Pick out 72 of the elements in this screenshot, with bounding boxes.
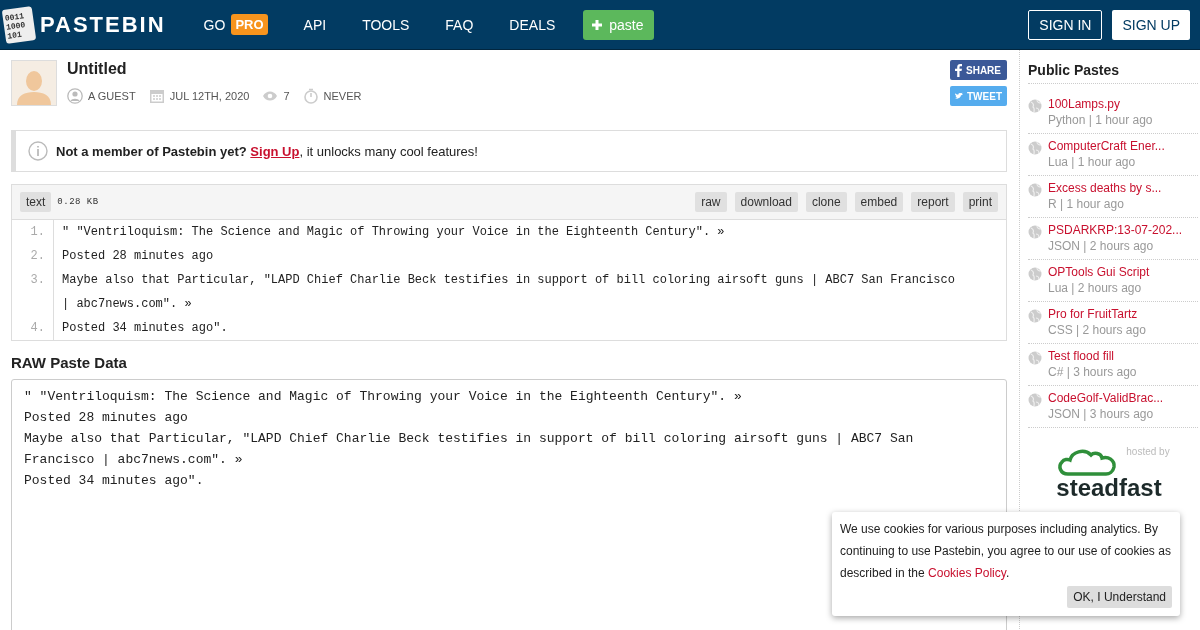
line-number: 2. [12, 244, 54, 268]
logo-icon[interactable]: 0011 1000 101 [1, 5, 37, 44]
host-logo-text[interactable]: steadfast [1056, 476, 1170, 500]
globe-icon [1028, 267, 1042, 281]
user-icon [67, 88, 83, 104]
code-line: Posted 34 minutes ago". [61, 320, 229, 337]
paste-meta: C# | 3 hours ago [1048, 364, 1137, 380]
file-size: 0.28 KB [57, 197, 99, 207]
paste-action-button[interactable]: download [734, 192, 798, 212]
globe-icon [1028, 309, 1042, 323]
share-button[interactable]: SHARE [950, 60, 1007, 80]
paste-meta: JSON | 2 hours ago [1048, 238, 1155, 254]
globe-icon [1028, 393, 1042, 407]
paste-meta: R | 1 hour ago [1048, 196, 1125, 212]
globe-icon [1028, 351, 1042, 365]
paste-link[interactable]: OPTools Gui Script [1048, 264, 1150, 280]
globe-icon [1028, 141, 1042, 155]
paste-link[interactable]: Test flood fill [1048, 348, 1137, 364]
hosted-by-label: hosted by [1126, 446, 1170, 457]
eye-icon [262, 90, 279, 102]
nav-link[interactable]: GO PRO [203, 14, 268, 35]
paste-meta: Lua | 2 hours ago [1048, 280, 1143, 296]
paste-meta: Lua | 1 hour ago [1048, 154, 1137, 170]
nav-link[interactable]: TOOLS [362, 16, 410, 33]
paste-link[interactable]: ComputerCraft Ener... [1048, 138, 1165, 154]
paste-date: JUL 12TH, 2020 [169, 90, 250, 102]
section-heading: RAW Paste Data [11, 354, 128, 371]
line-number: 4. [12, 316, 54, 340]
avatar-silhouette [11, 60, 57, 106]
code-line: " "Ventriloquism: The Science and Magic of Throwing your Voice in the Eighteenth Century". » [61, 224, 726, 241]
view-count: 7 [283, 90, 290, 102]
line-number: 1. [12, 220, 54, 244]
globe-icon [1028, 183, 1042, 197]
syntax-label[interactable]: text [20, 192, 52, 212]
info-icon [28, 141, 48, 161]
plus-icon [591, 18, 604, 31]
globe-icon [1028, 99, 1042, 113]
stopwatch-icon [302, 88, 319, 104]
cookies-policy-link[interactable]: Cookies Policy [928, 566, 1006, 580]
paste-title: Untitled [67, 60, 128, 78]
paste-link[interactable]: PSDARKRP:13-07-202... [1048, 222, 1183, 238]
accept-cookies-button[interactable]: OK, I Understand [1067, 586, 1172, 608]
calendar-icon [148, 88, 165, 104]
brand-name[interactable]: PASTEBIN [40, 11, 166, 38]
paste-link[interactable]: Pro for FruitTartz [1048, 306, 1146, 322]
bird-icon [955, 91, 963, 101]
paste-link[interactable]: 100Lamps.py [1048, 96, 1153, 112]
paste-action-button[interactable]: print [962, 192, 998, 212]
sign-in-button[interactable]: SIGN IN [1028, 9, 1103, 40]
sign-up-button[interactable]: SIGN UP [1112, 9, 1190, 40]
paste-link[interactable]: CodeGolf-ValidBrac... [1048, 390, 1164, 406]
author-name[interactable]: A GUEST [88, 90, 136, 102]
pro-badge: PRO [231, 14, 268, 35]
nav-link[interactable]: FAQ [445, 16, 474, 33]
facebook-icon [955, 63, 962, 77]
line-number: 3. [12, 268, 54, 316]
paste-action-button[interactable]: raw [695, 192, 727, 212]
paste-action-button[interactable]: report [911, 192, 955, 212]
code-line: Posted 28 minutes ago [61, 248, 215, 265]
paste-action-button[interactable]: clone [805, 192, 847, 212]
paste-meta: CSS | 2 hours ago [1048, 322, 1146, 338]
nav-link[interactable]: DEALS [509, 16, 556, 33]
paste-action-button[interactable]: embed [854, 192, 904, 212]
code-line: Maybe also that Particular, "LAPD Chief Charlie Beck testifies in support of bill coloring airsoft guns | ABC7 San Francisco | abc7news.com". » [61, 272, 956, 313]
globe-icon [1028, 225, 1042, 239]
paste-link[interactable]: Excess deaths by s... [1048, 180, 1162, 196]
expiration: NEVER [323, 90, 362, 102]
sidebar-heading: Public Pastes [1028, 62, 1198, 84]
paste-meta: JSON | 3 hours ago [1048, 406, 1155, 422]
paste-meta: Python | 1 hour ago [1048, 112, 1153, 128]
notice-text: Not a member of Pastebin yet? Sign Up, it unlocks many cool features! [56, 143, 478, 159]
nav-link[interactable]: API [303, 16, 327, 33]
